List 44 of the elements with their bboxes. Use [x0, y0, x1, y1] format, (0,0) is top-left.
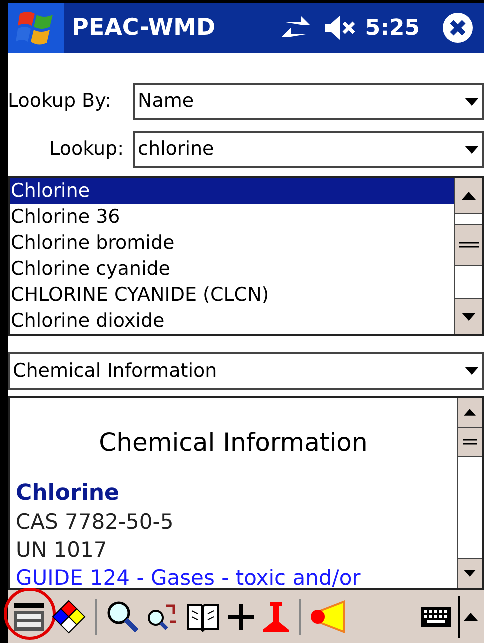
pin-icon[interactable]: [262, 600, 290, 634]
down-arrow-icon: [464, 570, 476, 577]
start-button[interactable]: [8, 3, 64, 53]
windows-flag-icon: [16, 10, 56, 46]
lookup-by-dropdown[interactable]: Name: [133, 83, 484, 120]
window-title: PEAC-WMD: [72, 14, 216, 43]
list-item[interactable]: CHLORINE CYANIDE (CLCN): [10, 282, 454, 308]
close-icon[interactable]: [442, 12, 474, 44]
scroll-down-button[interactable]: [455, 298, 482, 334]
scroll-up-button[interactable]: [455, 178, 482, 214]
guide-link[interactable]: GUIDE 124 - Gases - toxic and/or: [16, 564, 451, 588]
up-arrow-icon[interactable]: [464, 612, 478, 620]
hazard-diamond-icon[interactable]: [52, 600, 86, 634]
field-label: Lookup:: [48, 137, 125, 162]
list-item[interactable]: Chlorine cyanide: [10, 256, 454, 282]
dropdown-arrow-icon: [465, 98, 479, 106]
clock-time[interactable]: 5:25: [365, 12, 420, 44]
scroll-down-button[interactable]: [458, 558, 482, 588]
field-label: Lookup By:: [8, 89, 112, 114]
list-item[interactable]: Chlorine dioxide: [10, 308, 454, 334]
grip-icon: [458, 242, 478, 248]
scrollbar[interactable]: [457, 398, 482, 588]
plus-icon[interactable]: [226, 602, 256, 632]
lookup-dropdown[interactable]: chlorine: [133, 131, 484, 168]
list-item[interactable]: Chlorine bromide: [10, 230, 454, 256]
un-number: UN 1017: [16, 536, 108, 564]
cas-number: CAS 7782-50-5: [16, 508, 175, 536]
scroll-up-button[interactable]: [458, 398, 482, 428]
scroll-thumb[interactable]: [458, 428, 482, 457]
down-arrow-icon: [462, 312, 476, 320]
dropdown-arrow-icon: [465, 367, 479, 375]
scroll-thumb[interactable]: [455, 224, 482, 266]
search-icon[interactable]: [106, 600, 140, 634]
up-arrow-icon: [462, 192, 476, 200]
keyboard-icon[interactable]: [420, 606, 452, 628]
list-item[interactable]: Chlorine: [10, 178, 454, 204]
view-dropdown[interactable]: Chemical Information: [8, 352, 484, 390]
list-item[interactable]: Chlorine 36: [10, 204, 454, 230]
info-heading: Chemical Information: [98, 427, 369, 459]
scrollbar[interactable]: [454, 178, 482, 334]
chemical-name: Chlorine: [16, 480, 120, 508]
up-arrow-icon: [464, 409, 476, 416]
dropdown-arrow-icon: [465, 146, 479, 154]
grip-icon: [463, 439, 477, 445]
